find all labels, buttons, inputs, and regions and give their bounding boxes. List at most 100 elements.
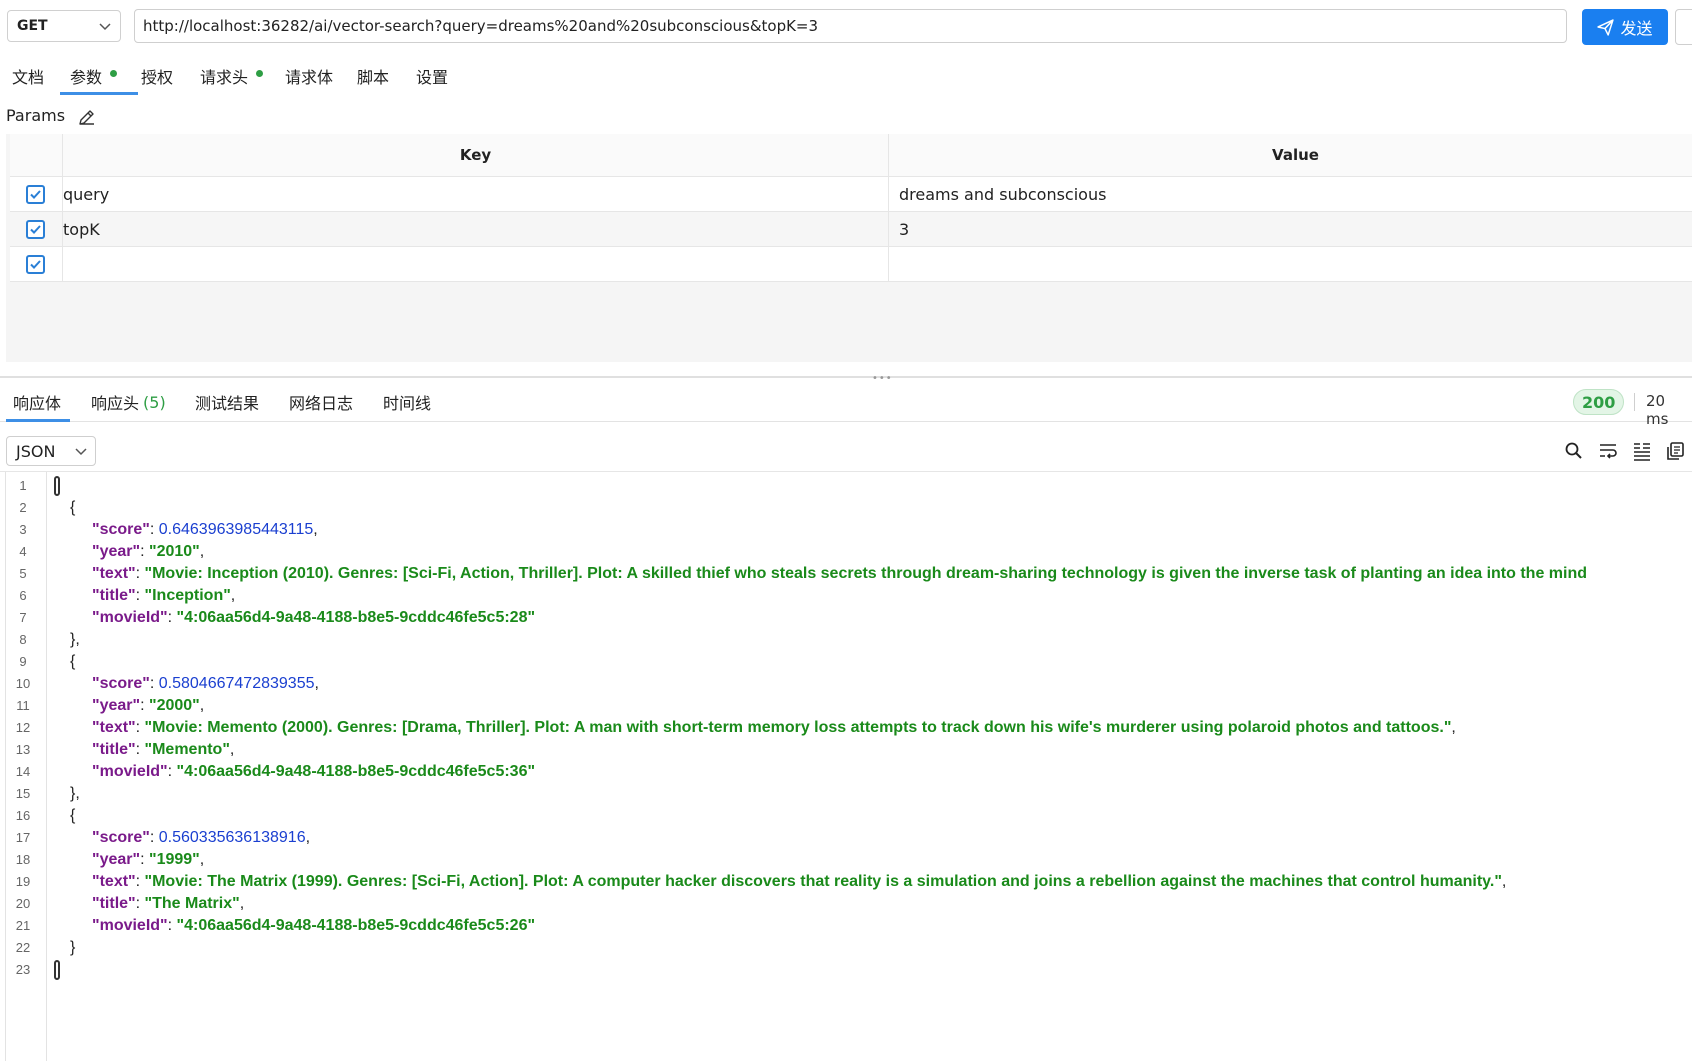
json-key: "year" (92, 543, 141, 560)
tab-docs[interactable]: 文档 (12, 58, 44, 94)
code-line: "score": 0.5804667472839355, (92, 673, 319, 695)
status-badge: 200 (1573, 389, 1625, 415)
line-number: 10 (15, 676, 31, 691)
json-punct: , (230, 587, 236, 604)
format-icon[interactable] (1632, 441, 1652, 461)
line-number: 7 (19, 610, 27, 625)
tab-label: 设置 (416, 68, 449, 87)
json-value: "4:06aa56d4-9a48-4188-b8e5-9cddc46fe5c5:… (176, 763, 536, 780)
code-line: "year": "2010", (92, 541, 204, 563)
param-value[interactable] (888, 247, 1692, 281)
tab-timeline[interactable]: 时间线 (383, 384, 431, 420)
json-punct: , (229, 741, 235, 758)
format-select[interactable]: JSON (6, 436, 96, 466)
row-checkbox[interactable] (26, 185, 45, 204)
tab-network-log[interactable]: 网络日志 (289, 384, 353, 420)
json-brace: { (70, 499, 76, 516)
divider (1634, 393, 1635, 411)
param-key[interactable] (62, 247, 888, 281)
search-icon[interactable] (1564, 441, 1584, 461)
json-key: "score" (92, 675, 150, 692)
active-tab-indicator (60, 92, 138, 95)
tab-params[interactable]: 参数 (70, 58, 118, 94)
line-number: 8 (19, 632, 27, 647)
wrap-lines-icon[interactable] (1598, 441, 1618, 461)
bracket-match-icon (54, 959, 60, 980)
send-button[interactable]: 发送 (1582, 9, 1668, 45)
json-key: "movieId" (92, 609, 168, 626)
line-number: 9 (19, 654, 27, 669)
tab-auth[interactable]: 授权 (141, 58, 173, 94)
line-number: 4 (19, 544, 27, 559)
code-line: }, (70, 783, 80, 805)
param-value[interactable]: dreams and subconscious (888, 177, 1692, 211)
code-line: "title": "Inception", (92, 585, 235, 607)
json-value: "4:06aa56d4-9a48-4188-b8e5-9cddc46fe5c5:… (176, 609, 536, 626)
code-line: "text": "Movie: Inception (2010). Genres… (92, 563, 1587, 585)
param-key[interactable]: topK (62, 212, 888, 246)
json-brace: { (70, 653, 76, 670)
json-punct: : (140, 851, 149, 868)
edit-icon[interactable] (77, 107, 97, 127)
table-row: topK 3 (10, 212, 1692, 247)
json-key: "movieId" (92, 917, 168, 934)
check-icon (30, 225, 41, 234)
line-number: 13 (15, 742, 31, 757)
json-punct: : (149, 675, 159, 692)
line-number: 6 (19, 588, 27, 603)
tab-headers[interactable]: 请求头 (200, 58, 264, 94)
url-input[interactable] (134, 9, 1567, 43)
response-body-viewer[interactable]: { "score": 0.6463963985443115, "year": "… (48, 472, 1692, 1061)
line-number: 3 (19, 522, 27, 537)
value-column-header: Value (888, 134, 1692, 176)
method-select[interactable]: GET (7, 10, 121, 42)
row-checkbox[interactable] (26, 255, 45, 274)
copy-icon[interactable] (1665, 441, 1685, 461)
tab-scripts[interactable]: 脚本 (357, 58, 389, 94)
code-line: "movieId": "4:06aa56d4-9a48-4188-b8e5-9c… (92, 915, 535, 937)
json-value: "The Matrix" (144, 895, 240, 912)
tab-label: 测试结果 (195, 394, 260, 413)
row-checkbox[interactable] (26, 220, 45, 239)
line-number: 15 (15, 786, 31, 801)
tab-response-headers[interactable]: 响应头 (5) (91, 384, 166, 420)
tab-settings[interactable]: 设置 (416, 58, 448, 94)
drag-handle-icon[interactable]: ••• (872, 373, 893, 384)
json-punct: : (149, 521, 159, 538)
tab-response-body[interactable]: 响应体 (13, 384, 61, 420)
code-line: { (70, 497, 75, 519)
line-number: 16 (15, 808, 31, 823)
json-key: "text" (92, 719, 136, 736)
json-punct: : (167, 917, 177, 934)
code-line: "movieId": "4:06aa56d4-9a48-4188-b8e5-9c… (92, 761, 535, 783)
params-label: Params (6, 106, 66, 125)
line-number: 1 (19, 478, 27, 493)
json-key: "title" (92, 895, 136, 912)
tab-label: 授权 (141, 68, 174, 87)
code-line: "score": 0.560335636138916, (92, 827, 310, 849)
save-button[interactable] (1675, 9, 1692, 45)
code-line: } (70, 937, 75, 959)
json-punct: : (135, 719, 145, 736)
line-number: 12 (15, 720, 31, 735)
json-key: "movieId" (92, 763, 168, 780)
line-number: 23 (15, 962, 31, 977)
param-value[interactable]: 3 (888, 212, 1692, 246)
json-key: "title" (92, 587, 136, 604)
tab-body[interactable]: 请求体 (285, 58, 333, 94)
json-key: "year" (92, 851, 141, 868)
json-punct: : (140, 543, 149, 560)
tab-test-results[interactable]: 测试结果 (195, 384, 259, 420)
header-count: (5) (143, 392, 166, 412)
format-value: JSON (16, 441, 56, 461)
param-key[interactable]: query (62, 177, 888, 211)
json-punct: : (135, 587, 145, 604)
line-number: 22 (15, 940, 31, 955)
json-punct: , (199, 543, 205, 560)
request-bar: GET 发送 (0, 0, 1692, 52)
json-punct: , (1501, 873, 1507, 890)
json-value: 0.560335636138916 (158, 829, 306, 846)
code-line: }, (70, 629, 80, 651)
code-line: "title": "The Matrix", (92, 893, 244, 915)
panel-splitter[interactable] (0, 376, 1692, 378)
